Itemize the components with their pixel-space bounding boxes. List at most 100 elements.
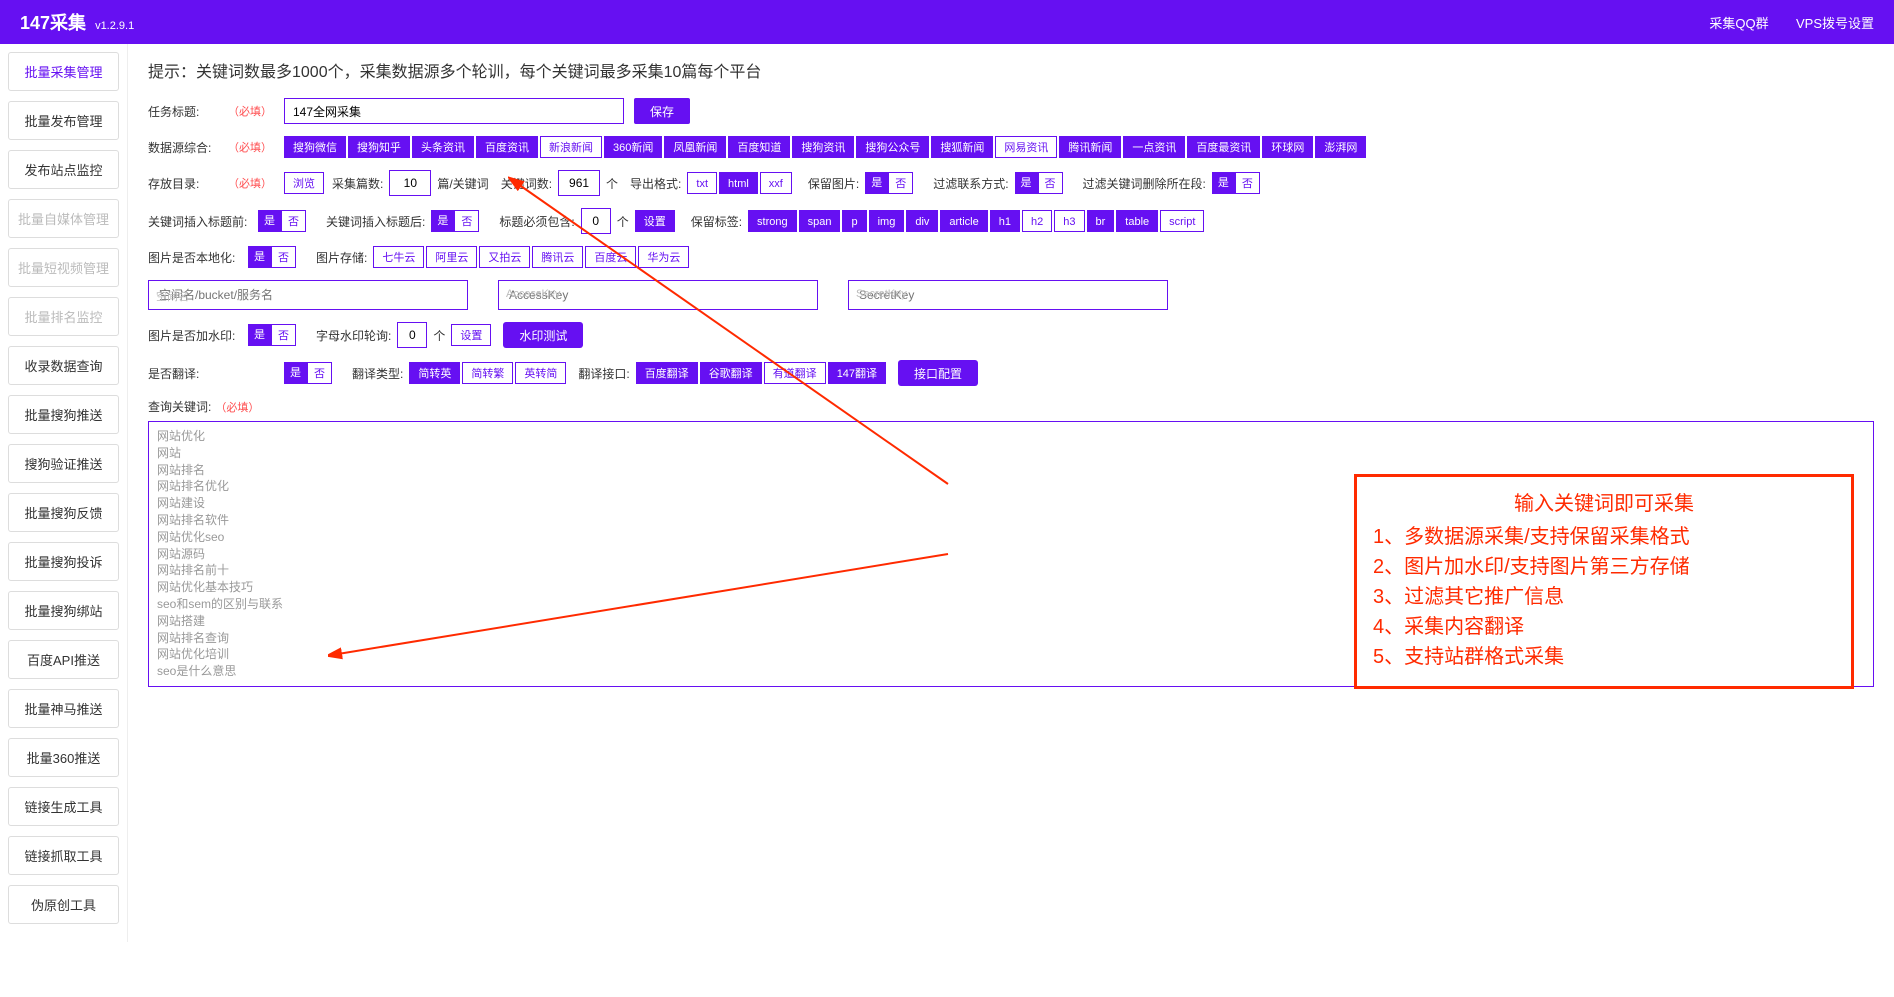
sidebar-item-0[interactable]: 批量采集管理: [8, 52, 119, 91]
source-tag-1[interactable]: 搜狗知乎: [348, 136, 410, 158]
row-oss: 空间名 AccessKey SecretKey: [148, 280, 1874, 310]
keep-tag-10[interactable]: table: [1116, 210, 1158, 232]
sidebar-item-2[interactable]: 发布站点监控: [8, 150, 119, 189]
link-qq-group[interactable]: 采集QQ群: [1709, 16, 1768, 31]
sidebar-item-5: 批量排名监控: [8, 297, 119, 336]
link-vps-dial[interactable]: VPS拨号设置: [1796, 16, 1874, 31]
trans-toggle[interactable]: 是否: [284, 362, 332, 384]
sidebar-item-14[interactable]: 批量360推送: [8, 738, 119, 777]
source-tag-13[interactable]: 一点资讯: [1123, 136, 1185, 158]
trans-type-tag-1[interactable]: 简转繁: [462, 362, 513, 384]
kw-count-input[interactable]: [558, 170, 600, 196]
filter-contact-label: 过滤联系方式:: [933, 175, 1008, 192]
keep-tag-1[interactable]: span: [799, 210, 841, 232]
keep-tag-2[interactable]: p: [842, 210, 866, 232]
cloud-tag-5[interactable]: 华为云: [638, 246, 689, 268]
main-panel: 提示：关键词数最多1000个，采集数据源多个轮训，每个关键词最多采集10篇每个平…: [128, 44, 1894, 942]
trans-type-tag-0[interactable]: 简转英: [409, 362, 460, 384]
wm-toggle[interactable]: 是否: [248, 324, 296, 346]
kw-after-toggle[interactable]: 是否: [431, 210, 479, 232]
img-local-toggle[interactable]: 是否: [248, 246, 296, 268]
keep-tag-6[interactable]: h1: [990, 210, 1020, 232]
sidebar-item-13[interactable]: 批量神马推送: [8, 689, 119, 728]
source-tag-11[interactable]: 网易资讯: [995, 136, 1057, 158]
wm-turn-input[interactable]: [397, 322, 427, 348]
keep-tag-4[interactable]: div: [906, 210, 938, 232]
keep-tag-8[interactable]: h3: [1054, 210, 1084, 232]
task-title-label: 任务标题:: [148, 103, 228, 120]
keep-tag-3[interactable]: img: [869, 210, 905, 232]
img-store-label: 图片存储:: [316, 249, 367, 266]
annotation-line: 5、支持站群格式采集: [1373, 642, 1835, 672]
sidebar-item-9[interactable]: 批量搜狗反馈: [8, 493, 119, 532]
cloud-tag-4[interactable]: 百度云: [585, 246, 636, 268]
version: v1.2.9.1: [95, 20, 134, 32]
source-tag-3[interactable]: 百度资讯: [476, 136, 538, 158]
wm-test-button[interactable]: 水印测试: [503, 322, 583, 348]
source-tag-10[interactable]: 搜狐新闻: [931, 136, 993, 158]
brand-name: 147采集: [20, 13, 86, 33]
sidebar-item-8[interactable]: 搜狗验证推送: [8, 444, 119, 483]
kw-before-toggle[interactable]: 是否: [258, 210, 306, 232]
kw-before-label: 关键词插入标题前:: [148, 213, 258, 230]
keep-tag-5[interactable]: article: [940, 210, 987, 232]
source-tag-7[interactable]: 百度知道: [728, 136, 790, 158]
format-tag-2[interactable]: xxf: [760, 172, 792, 194]
row-store: 存放目录: （必填） 浏览 采集篇数: 篇/关键词 关键词数: 个 导出格式: …: [148, 170, 1874, 196]
source-tag-9[interactable]: 搜狗公众号: [856, 136, 929, 158]
sidebar-item-10[interactable]: 批量搜狗投诉: [8, 542, 119, 581]
keep-tag-9[interactable]: br: [1087, 210, 1115, 232]
save-button[interactable]: 保存: [634, 98, 690, 124]
browse-button[interactable]: 浏览: [284, 172, 324, 194]
source-tag-5[interactable]: 360新闻: [604, 136, 662, 158]
filter-kw-del-toggle[interactable]: 是否: [1212, 172, 1260, 194]
kw-unit: 个: [606, 175, 618, 192]
source-tag-16[interactable]: 澎湃网: [1315, 136, 1366, 158]
oss-space-prefix: 空间名: [156, 288, 189, 304]
sidebar-item-15[interactable]: 链接生成工具: [8, 787, 119, 826]
source-tag-4[interactable]: 新浪新闻: [540, 136, 602, 158]
oss-space-box: 空间名: [148, 280, 468, 310]
keyword-line: 网站优化: [157, 428, 1865, 445]
row-sources: 数据源综合: （必填） 搜狗微信搜狗知乎头条资讯百度资讯新浪新闻360新闻凤凰新…: [148, 136, 1874, 158]
format-tag-1[interactable]: html: [719, 172, 758, 194]
sidebar-item-7[interactable]: 批量搜狗推送: [8, 395, 119, 434]
sidebar-item-1[interactable]: 批量发布管理: [8, 101, 119, 140]
trans-api-tag-1[interactable]: 谷歌翻译: [700, 362, 762, 384]
keep-tags-label: 保留标签:: [691, 213, 742, 230]
title-must-input[interactable]: [581, 208, 611, 234]
keep-tag-11[interactable]: script: [1160, 210, 1204, 232]
keep-img-label: 保留图片:: [808, 175, 859, 192]
cloud-tag-3[interactable]: 腾讯云: [532, 246, 583, 268]
oss-space-input[interactable]: [148, 280, 468, 310]
trans-type-tag-2[interactable]: 英转简: [515, 362, 566, 384]
sidebar-item-11[interactable]: 批量搜狗绑站: [8, 591, 119, 630]
source-tag-8[interactable]: 搜狗资讯: [792, 136, 854, 158]
trans-api-tag-2[interactable]: 有道翻译: [764, 362, 826, 384]
wm-turn-set-btn[interactable]: 设置: [451, 324, 491, 346]
source-tag-15[interactable]: 环球网: [1262, 136, 1313, 158]
source-tag-0[interactable]: 搜狗微信: [284, 136, 346, 158]
trans-api-tag-3[interactable]: 147翻译: [828, 362, 886, 384]
task-title-input[interactable]: [284, 98, 624, 124]
source-tag-6[interactable]: 凤凰新闻: [664, 136, 726, 158]
source-tag-12[interactable]: 腾讯新闻: [1059, 136, 1121, 158]
cloud-tag-0[interactable]: 七牛云: [373, 246, 424, 268]
keep-tag-0[interactable]: strong: [748, 210, 797, 232]
source-tag-14[interactable]: 百度最资讯: [1187, 136, 1260, 158]
format-tag-0[interactable]: txt: [687, 172, 717, 194]
filter-contact-toggle[interactable]: 是否: [1015, 172, 1063, 194]
trans-api-tag-0[interactable]: 百度翻译: [636, 362, 698, 384]
keep-img-toggle[interactable]: 是否: [865, 172, 913, 194]
sidebar-item-16[interactable]: 链接抓取工具: [8, 836, 119, 875]
source-tag-2[interactable]: 头条资讯: [412, 136, 474, 158]
title-must-set-btn[interactable]: 设置: [635, 210, 675, 232]
keep-tag-7[interactable]: h2: [1022, 210, 1052, 232]
cloud-tag-2[interactable]: 又拍云: [479, 246, 530, 268]
sidebar-item-6[interactable]: 收录数据查询: [8, 346, 119, 385]
api-config-button[interactable]: 接口配置: [898, 360, 978, 386]
sidebar-item-12[interactable]: 百度API推送: [8, 640, 119, 679]
cloud-tag-1[interactable]: 阿里云: [426, 246, 477, 268]
sidebar-item-17[interactable]: 伪原创工具: [8, 885, 119, 924]
count-input[interactable]: [389, 170, 431, 196]
